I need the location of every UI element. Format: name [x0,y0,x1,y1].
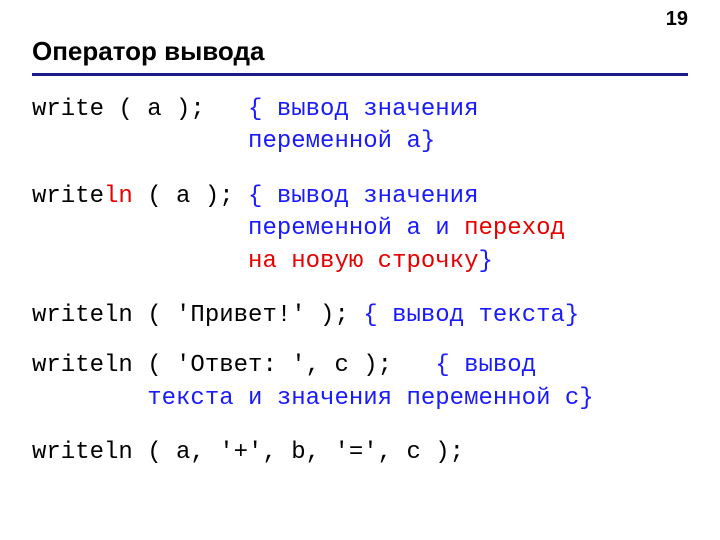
code-block-writeln: writeln ( a ); { вывод значения переменн… [32,181,688,278]
code-text: ( a ); [133,183,248,210]
comment-text: { вывод значения [248,183,478,210]
comment-text: { вывод текста} [363,302,579,329]
page-number: 19 [666,8,688,31]
code-text: writeln ( a, '+', b, '=', c ); [32,439,464,466]
comment-text: { вывод значения [248,96,478,123]
title-rule [32,73,688,76]
code-text: write [32,183,104,210]
code-text: writeln ( 'Ответ: ', c ); [32,352,435,379]
indent [32,215,248,242]
indent [32,385,147,412]
code-text: write ( a ); [32,96,248,123]
slide: 19 Оператор вывода write ( a ); { вывод … [0,0,720,540]
code-block-writeln-multi: writeln ( a, '+', b, '=', c ); [32,437,688,469]
comment-emphasis: на новую строчку [248,248,478,275]
indent [32,248,248,275]
comment-emphasis: переход [464,215,565,242]
comment-text: переменной a и [248,215,464,242]
comment-text: } [478,248,492,275]
comment-text: текста и значения переменной c} [147,385,593,412]
comment-text: { вывод [435,352,536,379]
comment-text: переменной a} [248,128,435,155]
code-emphasis: ln [104,183,133,210]
indent [32,128,248,155]
code-block-write: write ( a ); { вывод значения переменной… [32,94,688,159]
code-block-writeln-text-var: writeln ( 'Ответ: ', c ); { вывод текста… [32,350,688,415]
code-block-writeln-text: writeln ( 'Привет!' ); { вывод текста} [32,300,688,332]
page-title: Оператор вывода [32,36,688,67]
code-text: writeln ( 'Привет!' ); [32,302,363,329]
